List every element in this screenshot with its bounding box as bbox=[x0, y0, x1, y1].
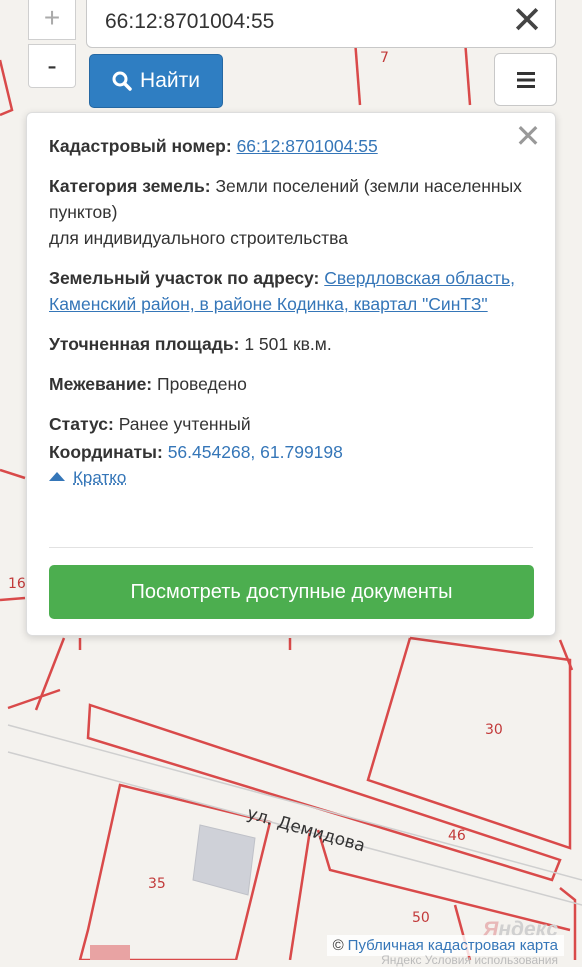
area-label: Уточненная площадь: bbox=[49, 334, 240, 354]
parcel-number-35: 35 bbox=[148, 876, 166, 892]
search-box: ✕ bbox=[86, 0, 556, 48]
popup-divider bbox=[49, 547, 533, 548]
terms-of-use-link[interactable]: Яндекс Условия использования bbox=[381, 953, 558, 967]
building-shape-2 bbox=[90, 945, 130, 960]
hamburger-menu-icon bbox=[516, 71, 535, 88]
land-use-value: для индивидуального строительства bbox=[49, 228, 348, 248]
status-value: Ранее учтенный bbox=[118, 414, 251, 434]
copyright-sign: © bbox=[332, 937, 344, 954]
coordinates-label: Координаты: bbox=[49, 442, 163, 462]
parcel-number-30: 30 bbox=[485, 722, 503, 738]
area-value: 1 501 кв.м. bbox=[244, 334, 332, 354]
search-input[interactable] bbox=[103, 3, 507, 41]
cadastral-number-link[interactable]: 66:12:8701004:55 bbox=[237, 136, 378, 156]
view-documents-button[interactable]: Посмотреть доступные документы bbox=[49, 565, 534, 619]
parcel-number-46: 46 bbox=[448, 828, 466, 844]
search-icon bbox=[112, 71, 132, 91]
clear-icon[interactable]: ✕ bbox=[509, 2, 545, 40]
parcel-number-16: 16 bbox=[8, 576, 26, 592]
zoom-in-button[interactable]: + bbox=[28, 0, 76, 40]
coordinates-value[interactable]: 56.454268, 61.799198 bbox=[168, 442, 343, 462]
cadastral-number-label: Кадастровый номер: bbox=[49, 136, 232, 156]
survey-label: Межевание: bbox=[49, 374, 153, 394]
survey-value: Проведено bbox=[157, 374, 247, 394]
collapse-brief-link[interactable]: Кратко bbox=[49, 465, 529, 491]
status-label: Статус: bbox=[49, 414, 114, 434]
zoom-out-button[interactable]: - bbox=[28, 44, 76, 88]
parcel-number-50: 50 bbox=[412, 910, 430, 926]
parcel-number-7: 7 bbox=[380, 50, 389, 66]
parcel-info-popup: ✕ Кадастровый номер: 66:12:8701004:55 Ка… bbox=[26, 112, 556, 636]
land-category-label: Категория земель: bbox=[49, 176, 211, 196]
address-label: Земельный участок по адресу: bbox=[49, 268, 320, 288]
triangle-up-icon bbox=[49, 472, 65, 481]
find-button[interactable]: Найти bbox=[89, 54, 223, 108]
find-button-label: Найти bbox=[140, 69, 200, 92]
brief-label: Кратко bbox=[73, 468, 127, 487]
attribution-link[interactable]: Публичная кадастровая карта bbox=[348, 937, 558, 954]
menu-button[interactable] bbox=[494, 53, 557, 106]
map-attribution: Яндекс © Публичная кадастровая карта Янде… bbox=[270, 918, 582, 967]
